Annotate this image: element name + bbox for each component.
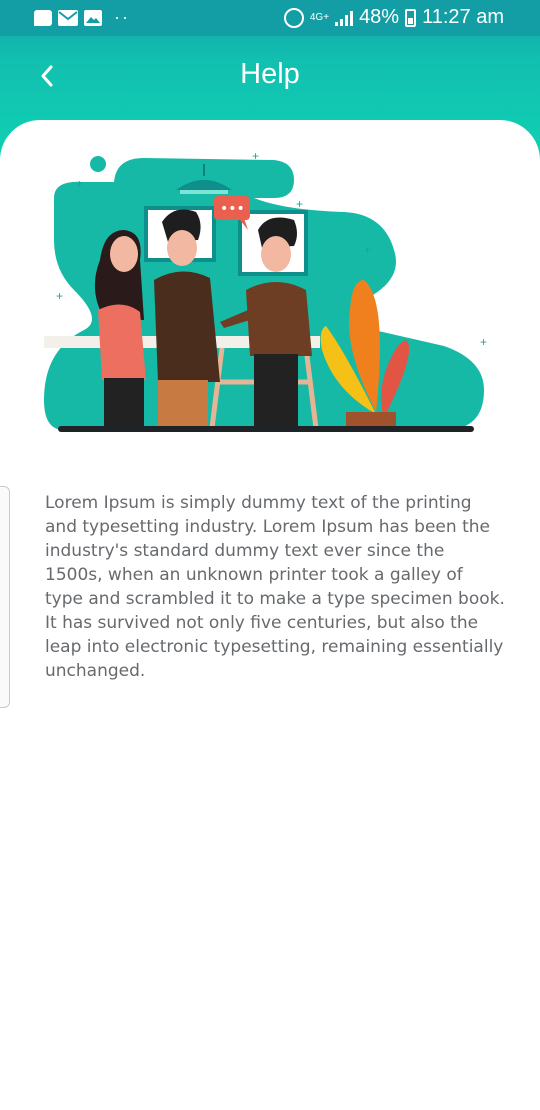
app-bar: Help [0, 36, 540, 120]
network-type: 4G+ [309, 11, 330, 23]
content-card: + + + + + + ••• Lorem Ipsum is simply du… [0, 120, 540, 1110]
speech-bubble-dots: ••• [220, 201, 245, 217]
sparkle-icon: + [296, 197, 303, 211]
alarm-icon [283, 7, 304, 28]
sparkle-icon: + [480, 335, 487, 349]
chat-icon [34, 9, 52, 26]
notification-icons: ·· [34, 7, 130, 28]
sparkle-icon: + [252, 150, 259, 163]
person-man-middle-vest [154, 271, 220, 382]
image-icon [84, 9, 102, 26]
decor-dot [90, 156, 106, 172]
team-meeting-illustration: + + + + + + ••• [44, 150, 487, 432]
person-man-right-jacket [246, 282, 312, 356]
battery-icon [405, 8, 417, 27]
status-bar: ·· 4G+ 48% 11:27 am [0, 0, 540, 36]
floor-line [58, 426, 474, 432]
edge-panel-handle[interactable] [0, 486, 10, 708]
help-description: Lorem Ipsum is simply dummy text of the … [45, 493, 505, 681]
system-status: 4G+ 48% 11:27 am [283, 6, 504, 29]
clock: 11:27 am [422, 6, 504, 28]
sparkle-icon: + [56, 289, 63, 303]
person-woman-top [98, 304, 146, 380]
mail-icon [58, 9, 78, 26]
page-title: Help [240, 58, 300, 90]
more-notifications-indicator: ·· [114, 7, 130, 27]
battery-percent: 48% [359, 6, 400, 28]
sparkle-icon: + [76, 177, 83, 191]
signal-icon [335, 10, 354, 26]
sparkle-icon: + [364, 243, 371, 257]
